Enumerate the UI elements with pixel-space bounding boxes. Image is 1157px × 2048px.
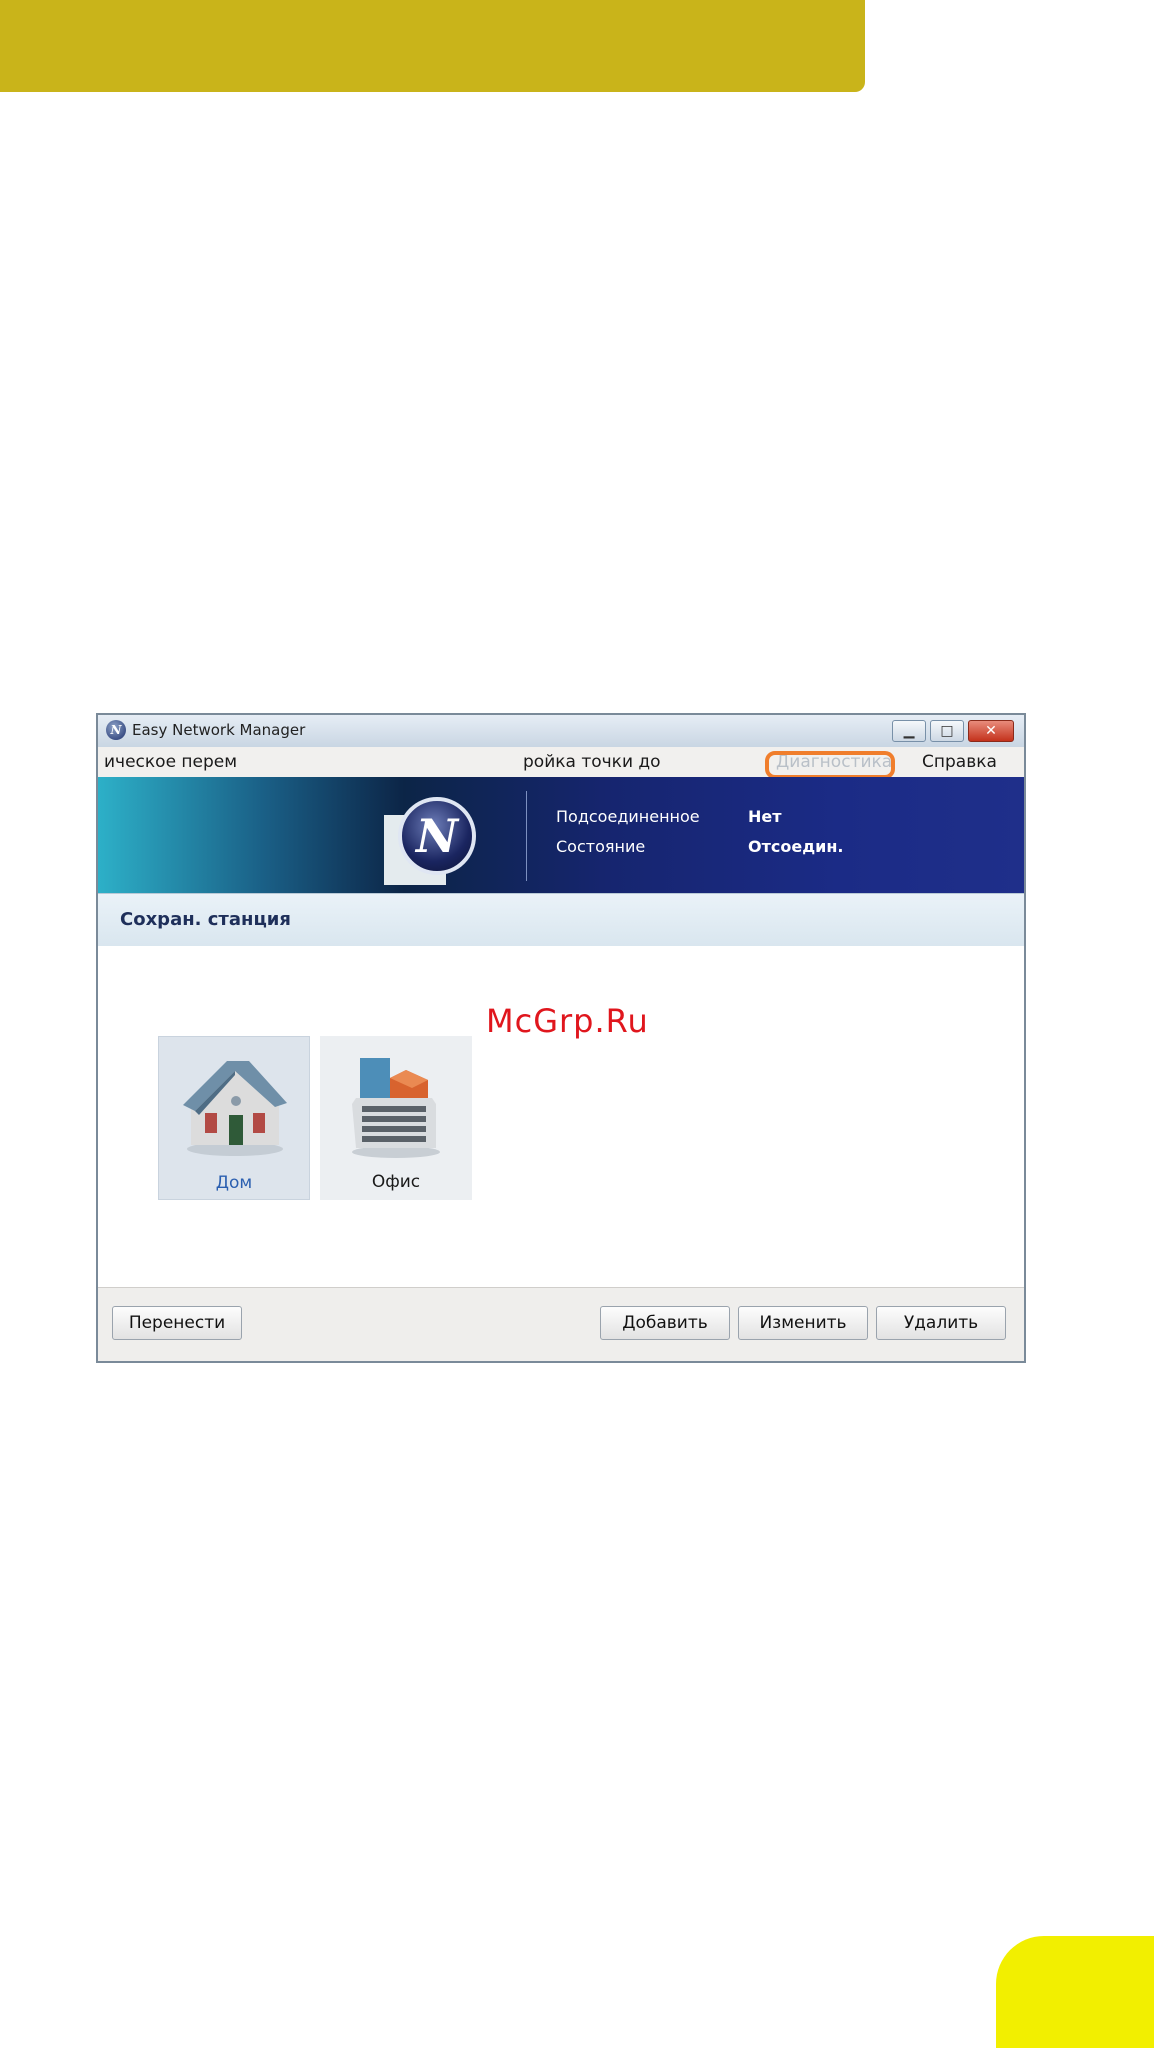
- edit-button[interactable]: Изменить: [738, 1306, 868, 1340]
- menu-item-access-point-settings[interactable]: ройка точки до: [523, 752, 661, 772]
- station-home[interactable]: Дом: [158, 1036, 310, 1200]
- menu-item-automatic-switching[interactable]: ическое перем: [104, 752, 237, 772]
- station-office-label: Офис: [371, 1172, 421, 1192]
- house-icon: [183, 1061, 287, 1156]
- menu-item-help[interactable]: Справка: [922, 752, 997, 772]
- saved-stations-header: Сохран. станция: [98, 893, 1024, 947]
- app-logo-icon: N: [106, 720, 126, 740]
- network-manager-logo-icon: N: [398, 797, 476, 875]
- office-building-icon: [352, 1058, 440, 1158]
- station-home-label: Дом: [215, 1173, 253, 1193]
- move-button[interactable]: Перенести: [112, 1306, 242, 1340]
- top-banner: [0, 0, 865, 92]
- page-corner-tab: [996, 1936, 1154, 2048]
- status-label: Состояние: [556, 837, 646, 856]
- delete-button[interactable]: Удалить: [876, 1306, 1006, 1340]
- minimize-button[interactable]: ▁: [892, 720, 926, 742]
- connected-label: Подсоединенное: [556, 807, 700, 826]
- action-bar: Перенести Добавить Изменить Удалить: [98, 1287, 1024, 1361]
- status-value: Отсоедин.: [748, 837, 844, 856]
- close-button[interactable]: ✕: [968, 720, 1014, 742]
- watermark-text: McGrp.Ru: [486, 1002, 649, 1040]
- add-button[interactable]: Добавить: [600, 1306, 730, 1340]
- status-header: N Подсоединенное Нет Состояние Отсоедин.: [98, 777, 1024, 893]
- window-title: Easy Network Manager: [132, 721, 306, 739]
- maximize-button[interactable]: □: [930, 720, 964, 742]
- connected-value: Нет: [748, 807, 782, 826]
- station-office[interactable]: Офис: [320, 1036, 472, 1200]
- section-title: Сохран. станция: [120, 909, 291, 930]
- header-divider: [526, 791, 527, 881]
- diagnostics-highlight-ring: [765, 751, 895, 779]
- stations-area: Дом Офис McGrp.Ru: [98, 946, 1024, 1287]
- title-bar: N Easy Network Manager ▁ □ ✕: [98, 715, 1024, 747]
- app-window: N Easy Network Manager ▁ □ ✕ ическое пер…: [96, 713, 1026, 1363]
